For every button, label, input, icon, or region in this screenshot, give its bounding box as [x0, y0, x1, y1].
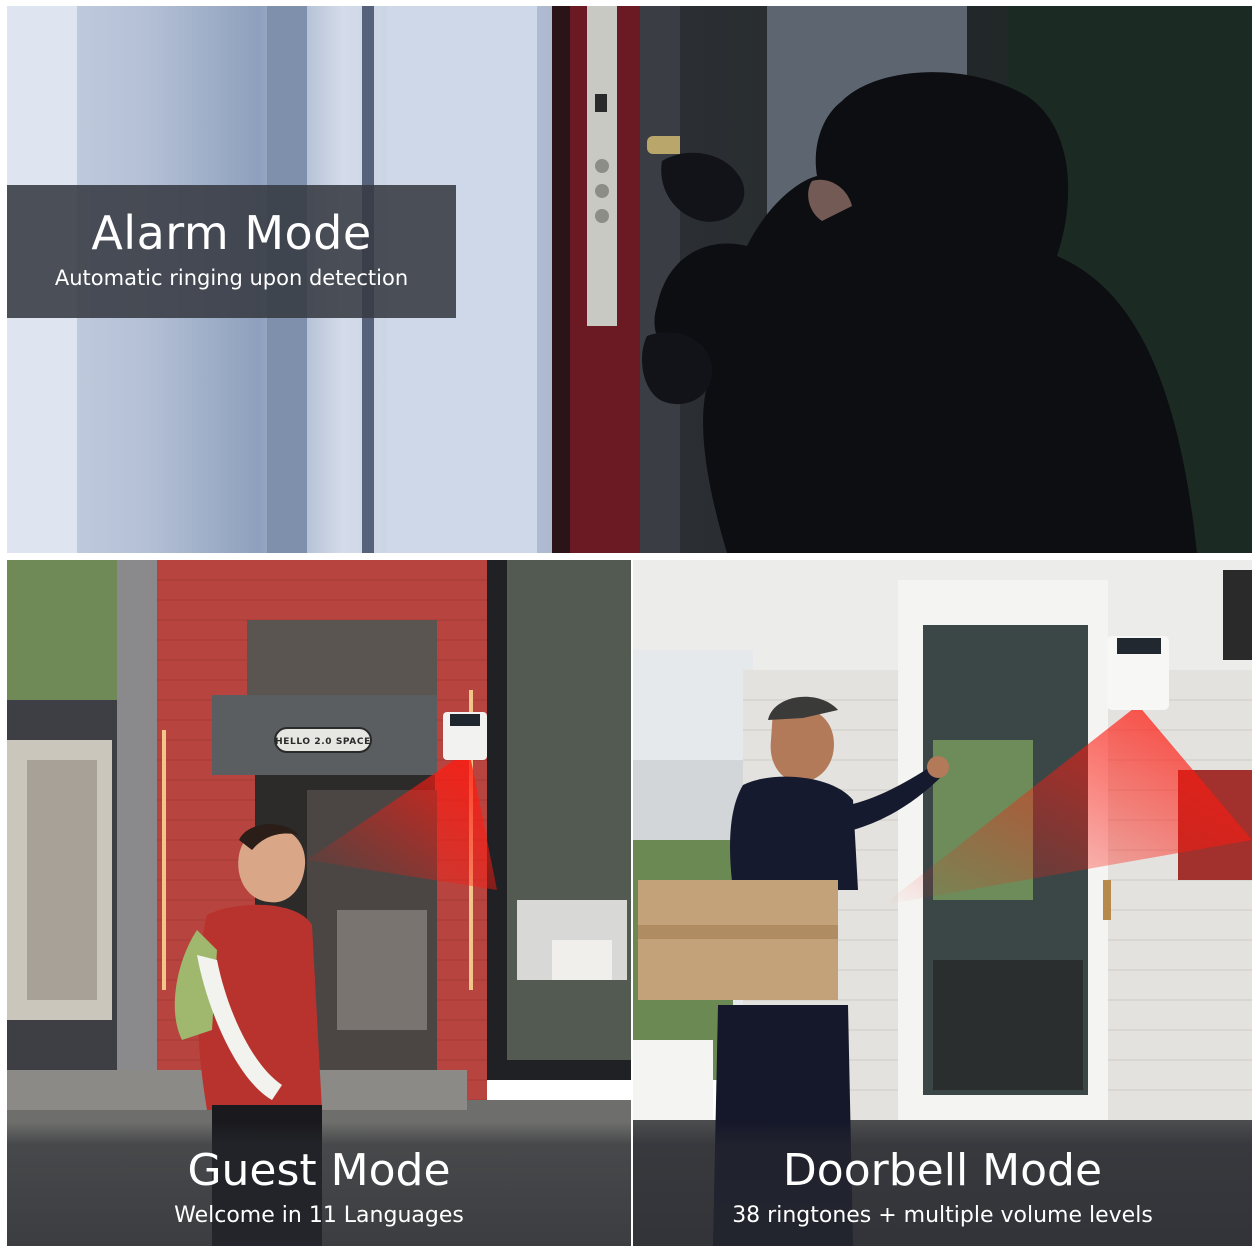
guest-mode-subtitle: Welcome in 11 Languages: [174, 1203, 464, 1228]
doorbell-mode-panel: Doorbell Mode 38 ringtones + multiple vo…: [633, 560, 1252, 1246]
alarm-mode-title: Alarm Mode: [91, 206, 372, 260]
guest-caption-band: Guest Mode Welcome in 11 Languages: [7, 1122, 631, 1246]
alarm-caption-box: Alarm Mode Automatic ringing upon detect…: [7, 185, 456, 318]
doorbell-mode-subtitle: 38 ringtones + multiple volume levels: [732, 1203, 1153, 1228]
motion-sensor-icon: [1107, 636, 1169, 710]
doorbell-caption-band: Doorbell Mode 38 ringtones + multiple vo…: [633, 1122, 1252, 1246]
hello-space-sign: HELLO 2.0 SPACE: [275, 737, 371, 747]
doorbell-mode-title: Doorbell Mode: [782, 1145, 1103, 1196]
motion-sensor-icon: [443, 712, 487, 760]
alarm-mode-subtitle: Automatic ringing upon detection: [54, 266, 409, 290]
guest-mode-panel: HELLO 2.0 SPACE Guest Mode Welcome in 11…: [7, 560, 631, 1246]
alarm-mode-panel: Alarm Mode Automatic ringing upon detect…: [7, 6, 1252, 553]
guest-mode-title: Guest Mode: [187, 1145, 451, 1196]
